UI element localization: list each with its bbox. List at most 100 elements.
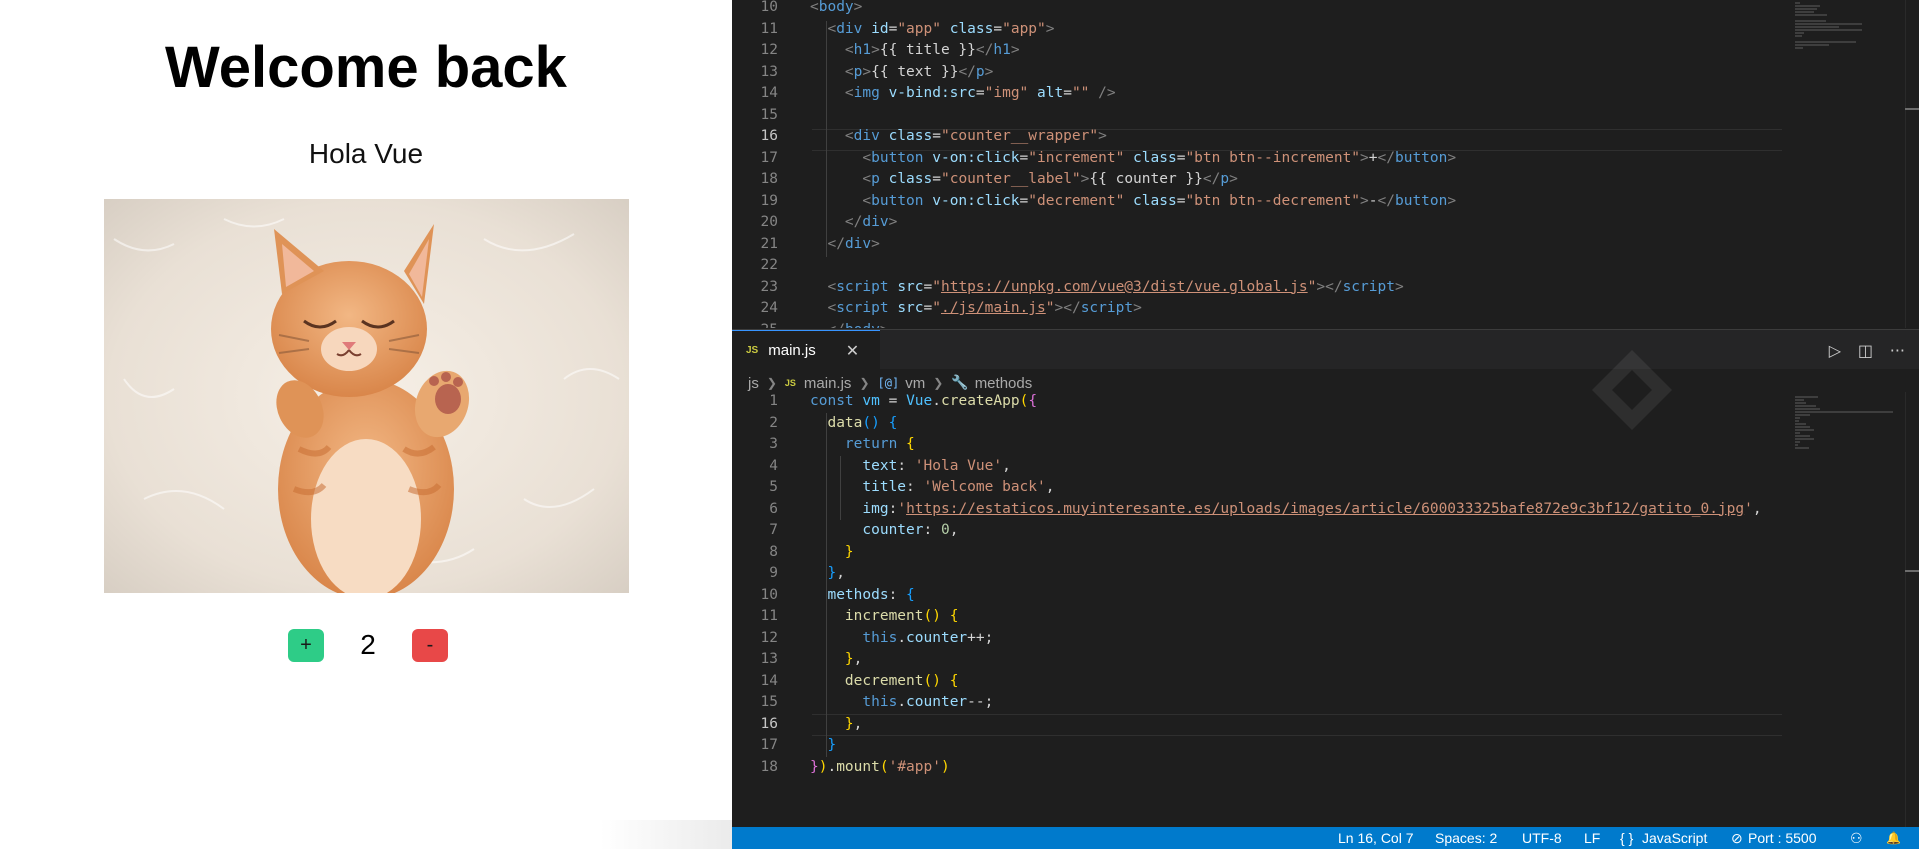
code-token: >: [888, 214, 898, 230]
code-token: v-bind:src: [888, 85, 976, 101]
code-text: this.counter--;: [810, 692, 993, 714]
code-line[interactable]: 7 counter: 0,: [732, 520, 1782, 542]
code-token: p: [975, 63, 985, 80]
code-line[interactable]: 15: [732, 105, 1782, 127]
code-token: ++;: [967, 629, 994, 646]
code-line[interactable]: 9 },: [732, 563, 1782, 585]
close-icon[interactable]: ✕: [846, 341, 859, 361]
encoding[interactable]: UTF-8: [1522, 827, 1562, 849]
code-token: 'Welcome back': [923, 479, 1046, 495]
code-token: h1: [853, 42, 872, 58]
code-line[interactable]: 13 },: [732, 649, 1782, 671]
code-text: },: [810, 563, 844, 585]
tab-main-js[interactable]: JS main.js ✕: [732, 330, 880, 370]
code-token: script: [1342, 278, 1395, 295]
minimap[interactable]: [1795, 2, 1905, 50]
code-line[interactable]: 18}).mount('#app'): [732, 757, 1782, 779]
code-token: +: [1368, 149, 1378, 166]
code-token: <: [827, 300, 837, 316]
account-icon[interactable]: ⚇: [1850, 827, 1863, 849]
scrollbar[interactable]: [1905, 392, 1919, 827]
code-token: 'Hola Vue': [914, 457, 1003, 474]
code-line[interactable]: 14 decrement() {: [732, 671, 1782, 693]
code-token: "increment": [1028, 149, 1134, 166]
code-line[interactable]: 10 <body>: [732, 0, 1782, 19]
code-line[interactable]: 12 <h1>{{ title }}</h1>: [732, 40, 1782, 62]
line-number: 24: [760, 300, 778, 316]
bell-icon[interactable]: 🔔: [1886, 827, 1901, 849]
indentation[interactable]: Spaces: 2: [1435, 827, 1497, 849]
code-line[interactable]: 11 <div id="app" class="app">: [732, 19, 1782, 41]
code-line[interactable]: 19 <button v-on:click="decrement" class=…: [732, 191, 1782, 213]
code-token: Vue: [906, 393, 933, 409]
code-text: <h1>{{ title }}</h1>: [810, 40, 1020, 62]
editor-pane-index-html[interactable]: 10 <body> 11 <div id="app" class="app"> 12 …: [732, 0, 1919, 328]
code-token: ></: [1316, 278, 1343, 295]
minimap-line: [1795, 23, 1862, 25]
page-text: Hola Vue: [308, 138, 424, 169]
code-line[interactable]: 17 }: [732, 735, 1782, 757]
code-line[interactable]: 14 <img v-bind:src="img" alt="" />: [732, 83, 1782, 105]
breadcrumb-method[interactable]: methods: [975, 375, 1033, 392]
live-server-port[interactable]: Port : 5500: [1748, 827, 1817, 849]
platzi-watermark: [1592, 350, 1672, 430]
breadcrumb-file[interactable]: main.js: [804, 375, 852, 392]
code-token: button: [871, 149, 933, 166]
code-line[interactable]: 12 this.counter++;: [732, 628, 1782, 650]
code-token: h1: [993, 42, 1011, 58]
code-line[interactable]: 20 </div>: [732, 212, 1782, 234]
code-line[interactable]: 10 methods: {: [732, 585, 1782, 607]
code-line[interactable]: 5 title: 'Welcome back',: [732, 477, 1782, 499]
code-line[interactable]: 11 increment() {: [732, 606, 1782, 628]
code-line[interactable]: 21 </div>: [732, 234, 1782, 256]
line-number: 17: [760, 737, 778, 753]
code-token: .: [827, 758, 837, 775]
code-token: =: [923, 278, 933, 295]
code-line[interactable]: 22: [732, 255, 1782, 277]
code-token: .: [897, 694, 907, 710]
line-number: 10: [760, 586, 778, 603]
code-token: ': [897, 500, 907, 517]
code-text: <body>: [810, 0, 862, 19]
code-line[interactable]: 17 <button v-on:click="increment" class=…: [732, 148, 1782, 170]
language-mode[interactable]: JavaScript: [1642, 827, 1707, 849]
code-token: data: [827, 414, 863, 431]
breadcrumb-folder[interactable]: js: [748, 375, 759, 392]
line-number: 1: [769, 393, 778, 409]
code-line[interactable]: 16 <div class="counter__wrapper">: [732, 126, 1782, 148]
code-token: div: [844, 235, 872, 252]
code-text: <p>{{ text }}</p>: [810, 62, 993, 84]
code-line[interactable]: 25 </body>: [732, 320, 1782, 329]
code-line[interactable]: 6 img:'https://estaticos.muyinteresante.…: [732, 499, 1782, 521]
code-token: ,: [949, 522, 959, 538]
line-number: 20: [760, 214, 778, 230]
breadcrumb-symbol[interactable]: vm: [905, 375, 925, 392]
code-token: v-on:click: [932, 149, 1020, 166]
code-token: ,: [1752, 500, 1762, 517]
scrollbar[interactable]: [1905, 0, 1919, 328]
code-text: increment() {: [810, 606, 959, 628]
code-line[interactable]: 15 this.counter--;: [732, 692, 1782, 714]
code-token: ': [1744, 500, 1753, 517]
status-bar: Ln 16, Col 7 Spaces: 2 UTF-8 LF { } Java…: [732, 827, 1919, 849]
braces-icon: { }: [1620, 830, 1634, 846]
code-token: <: [844, 42, 854, 58]
code-line[interactable]: 23 <script src="https://unpkg.com/vue@3/…: [732, 277, 1782, 299]
increment-button[interactable]: +: [288, 629, 324, 662]
code-line[interactable]: 13 <p>{{ text }}</p>: [732, 62, 1782, 84]
code-line[interactable]: 16 },: [732, 714, 1782, 736]
minimap-line: [1795, 41, 1857, 43]
decrement-button[interactable]: -: [412, 629, 448, 662]
code-token: >: [1360, 149, 1369, 166]
code-line[interactable]: 24 <script src="./js/main.js"></script>: [732, 298, 1782, 320]
code-token: {: [906, 436, 915, 452]
line-ending[interactable]: LF: [1584, 827, 1600, 849]
code-token: >: [1360, 192, 1369, 209]
code-line[interactable]: 18 <p class="counter__label">{{ counter …: [732, 169, 1782, 191]
cursor-position[interactable]: Ln 16, Col 7: [1338, 827, 1414, 849]
code-line[interactable]: 8 }: [732, 542, 1782, 564]
code-token: {: [949, 672, 959, 689]
port-icon: ⊘: [1731, 830, 1743, 846]
code-token: button: [871, 192, 933, 209]
